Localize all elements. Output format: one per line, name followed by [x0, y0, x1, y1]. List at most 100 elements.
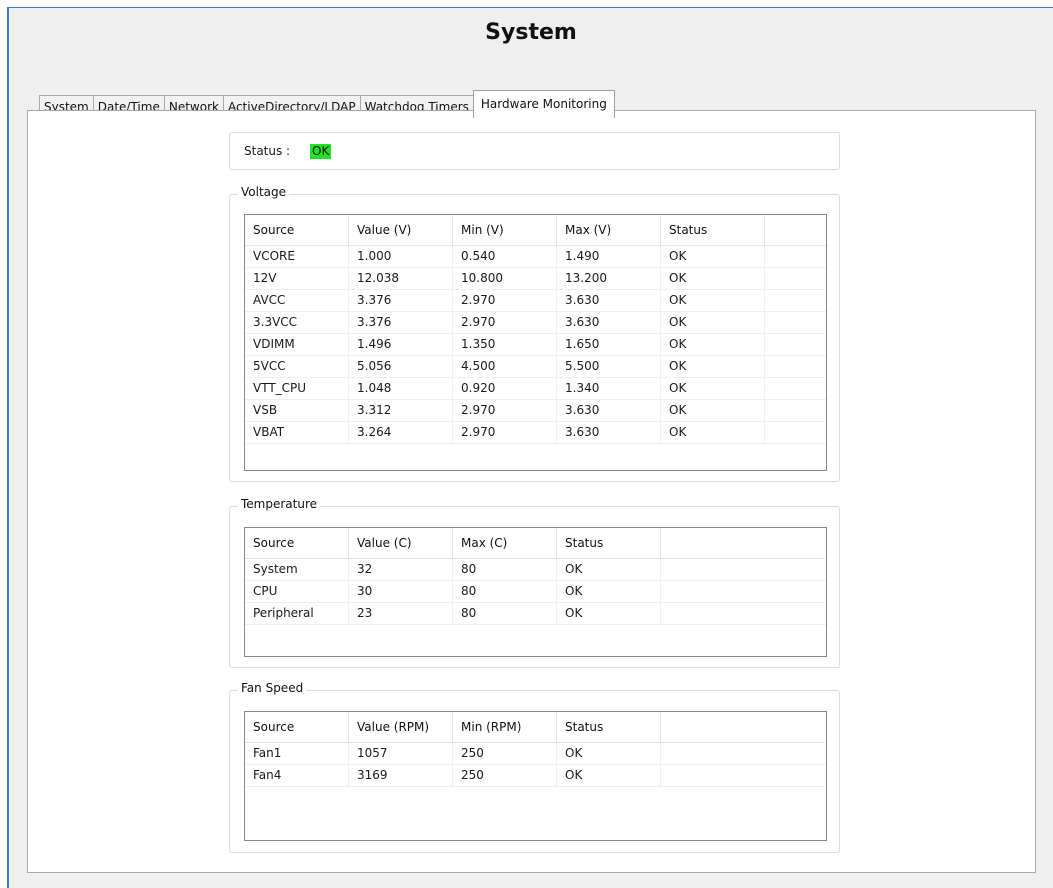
table-cell: 4.500	[453, 356, 557, 377]
table-row[interactable]: AVCC 3.376 2.970 3.630 OK	[245, 290, 826, 312]
table-cell: 1.496	[349, 334, 453, 355]
table-cell: 10.800	[453, 268, 557, 289]
table-cell: OK	[661, 312, 765, 333]
table-cell: 12.038	[349, 268, 453, 289]
status-label: Status :	[244, 144, 291, 158]
table-cell: VCORE	[245, 246, 349, 267]
table-cell: 3.264	[349, 422, 453, 443]
table-cell: OK	[661, 356, 765, 377]
table-cell: 1.350	[453, 334, 557, 355]
table-row[interactable]: 12V 12.038 10.800 13.200 OK	[245, 268, 826, 290]
table-row[interactable]: 5VCC 5.056 4.500 5.500 OK	[245, 356, 826, 378]
table-cell: OK	[661, 268, 765, 289]
table-cell: 3.630	[557, 400, 661, 421]
table-cell: 3.630	[557, 290, 661, 311]
table-cell-filler	[765, 356, 826, 377]
table-cell-filler	[661, 559, 826, 580]
column-header[interactable]: Source	[245, 712, 349, 742]
table-cell: 30	[349, 581, 453, 602]
table-cell: 13.200	[557, 268, 661, 289]
table-cell: 1.490	[557, 246, 661, 267]
table-cell: OK	[557, 743, 661, 764]
table-row[interactable]: CPU 30 80 OK	[245, 581, 826, 603]
table-cell-filler	[765, 400, 826, 421]
table-row[interactable]: VBAT 3.264 2.970 3.630 OK	[245, 422, 826, 444]
column-header[interactable]: Max (C)	[453, 528, 557, 558]
table-cell: CPU	[245, 581, 349, 602]
table-body: System 32 80 OK CPU 30 80 OK Peripheral 23 80 OK	[245, 559, 826, 625]
table-cell: 12V	[245, 268, 349, 289]
table-cell: Peripheral	[245, 603, 349, 624]
table-cell: OK	[661, 422, 765, 443]
fan-speed-group: Fan Speed Source Value (RPM) Min (RPM) Stat…	[229, 681, 840, 853]
column-header[interactable]: Value (C)	[349, 528, 453, 558]
table-row[interactable]: Fan1 1057 250 OK	[245, 743, 826, 765]
table-cell-filler	[661, 603, 826, 624]
table-cell: 0.920	[453, 378, 557, 399]
table-row[interactable]: System 32 80 OK	[245, 559, 826, 581]
fan-speed-group-title: Fan Speed	[238, 681, 307, 695]
column-header[interactable]: Source	[245, 528, 349, 558]
table-cell: 2.970	[453, 290, 557, 311]
table-cell-filler	[661, 581, 826, 602]
temperature-group: Temperature Source Value (C) Max (C) Status…	[229, 497, 840, 668]
column-header[interactable]: Min (V)	[453, 215, 557, 245]
table-cell-filler	[661, 743, 826, 764]
table-cell: 3.630	[557, 422, 661, 443]
table-row[interactable]: VCORE 1.000 0.540 1.490 OK	[245, 246, 826, 268]
table-cell: 1.340	[557, 378, 661, 399]
column-header-filler	[765, 215, 826, 245]
table-cell: 80	[453, 603, 557, 624]
table-row[interactable]: Fan4 3169 250 OK	[245, 765, 826, 787]
column-header[interactable]: Value (RPM)	[349, 712, 453, 742]
column-header[interactable]: Status	[557, 528, 661, 558]
table-cell: OK	[557, 603, 661, 624]
column-header[interactable]: Value (V)	[349, 215, 453, 245]
table-cell-filler	[765, 378, 826, 399]
status-box: Status : OK	[229, 132, 840, 170]
table-cell: 3169	[349, 765, 453, 786]
column-header[interactable]: Max (V)	[557, 215, 661, 245]
table-cell: 3.312	[349, 400, 453, 421]
voltage-table[interactable]: Source Value (V) Min (V) Max (V) Status VCOR…	[244, 214, 827, 471]
column-header[interactable]: Source	[245, 215, 349, 245]
table-cell: OK	[557, 559, 661, 580]
table-cell: 5.056	[349, 356, 453, 377]
fan-speed-table[interactable]: Source Value (RPM) Min (RPM) Status Fan1 105…	[244, 711, 827, 841]
column-header[interactable]: Status	[661, 215, 765, 245]
table-cell: 3.3VCC	[245, 312, 349, 333]
tab-hardware-monitoring[interactable]: Hardware Monitoring	[472, 90, 615, 118]
table-cell: VTT_CPU	[245, 378, 349, 399]
table-cell: 3.376	[349, 312, 453, 333]
table-row[interactable]: Peripheral 23 80 OK	[245, 603, 826, 625]
temperature-group-title: Temperature	[238, 497, 321, 511]
table-cell-filler	[765, 312, 826, 333]
table-cell: 1.650	[557, 334, 661, 355]
table-cell: 1.000	[349, 246, 453, 267]
temperature-table[interactable]: Source Value (C) Max (C) Status System 32 80 O…	[244, 527, 827, 657]
table-cell-filler	[765, 334, 826, 355]
table-header: Source Value (V) Min (V) Max (V) Status	[245, 215, 826, 246]
column-header[interactable]: Status	[557, 712, 661, 742]
table-cell: 250	[453, 743, 557, 764]
table-cell: 2.970	[453, 400, 557, 421]
table-cell: 1.048	[349, 378, 453, 399]
column-header[interactable]: Min (RPM)	[453, 712, 557, 742]
table-row[interactable]: VSB 3.312 2.970 3.630 OK	[245, 400, 826, 422]
table-row[interactable]: VTT_CPU 1.048 0.920 1.340 OK	[245, 378, 826, 400]
table-cell: VDIMM	[245, 334, 349, 355]
table-cell: OK	[557, 581, 661, 602]
table-cell: 32	[349, 559, 453, 580]
table-cell: 80	[453, 581, 557, 602]
table-cell: Fan1	[245, 743, 349, 764]
table-cell: VSB	[245, 400, 349, 421]
table-cell: 1057	[349, 743, 453, 764]
table-row[interactable]: VDIMM 1.496 1.350 1.650 OK	[245, 334, 826, 356]
table-cell-filler	[765, 422, 826, 443]
table-cell: OK	[661, 400, 765, 421]
table-cell: 5.500	[557, 356, 661, 377]
table-row[interactable]: 3.3VCC 3.376 2.970 3.630 OK	[245, 312, 826, 334]
table-cell-filler	[765, 246, 826, 267]
table-cell-filler	[661, 765, 826, 786]
table-body: Fan1 1057 250 OK Fan4 3169 250 OK	[245, 743, 826, 787]
